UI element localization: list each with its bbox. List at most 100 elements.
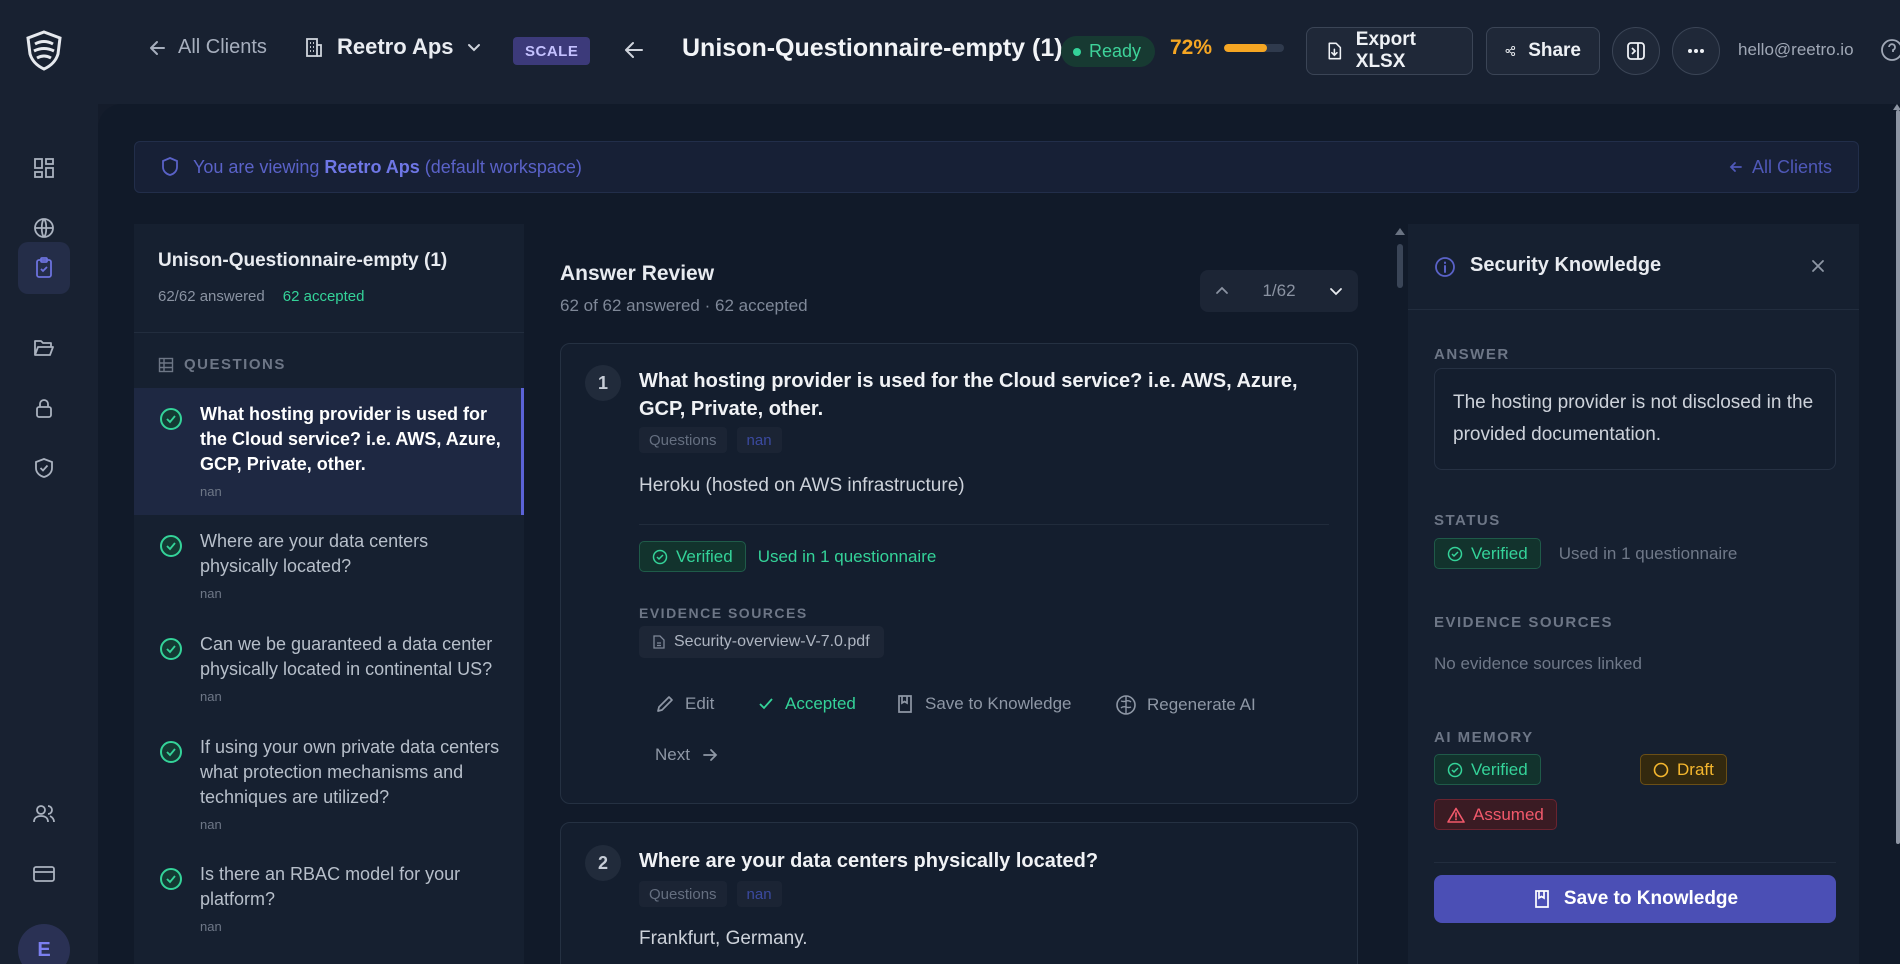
review-scrollbar[interactable] xyxy=(1397,244,1403,288)
card-answer[interactable]: Frankfurt, Germany. xyxy=(639,928,808,950)
memory-draft-toggle[interactable]: Draft xyxy=(1640,754,1727,785)
info-icon xyxy=(1434,256,1456,278)
next-button[interactable]: Next xyxy=(655,745,720,765)
toggle-panel-button[interactable] xyxy=(1612,27,1660,75)
verified-badge[interactable]: Verified xyxy=(1434,538,1541,569)
arrow-left-icon xyxy=(625,42,643,58)
used-in-label: Used in 1 questionnaire xyxy=(1558,543,1738,563)
pager-label: 1/62 xyxy=(1262,281,1296,300)
all-clients-label: All Clients xyxy=(178,36,267,58)
question-sub: nan xyxy=(200,586,222,601)
security-knowledge-panel: Security Knowledge ANSWER The hosting pr… xyxy=(1408,224,1859,964)
save-to-knowledge-button[interactable]: Save to Knowledge xyxy=(895,694,1072,714)
evidence-file[interactable]: Security-overview-V-7.0.pdf xyxy=(639,626,884,658)
divider xyxy=(1434,862,1836,863)
card-status-row: Verified Used in 1 questionnaire xyxy=(639,541,936,572)
edit-label: Edit xyxy=(685,694,715,713)
close-icon[interactable] xyxy=(1810,258,1826,274)
question-list-item[interactable]: Is there an RBAC model for your platform… xyxy=(134,848,524,951)
question-list-item[interactable]: Can we be guaranteed a data center physi… xyxy=(134,618,524,721)
users-icon[interactable] xyxy=(24,794,64,834)
scroll-up-arrow[interactable] xyxy=(1395,228,1405,235)
status-badge: Ready xyxy=(1061,36,1156,67)
next-label: Next xyxy=(655,745,690,764)
more-horizontal-icon xyxy=(1688,49,1704,53)
progress-label: 72% xyxy=(1170,36,1213,59)
status-row: Verified Used in 1 questionnaire xyxy=(1434,538,1737,569)
export-label: Export XLSX xyxy=(1355,29,1416,72)
chevron-down-icon[interactable] xyxy=(1328,283,1344,299)
more-options-button[interactable] xyxy=(1672,27,1720,75)
question-sub: nan xyxy=(200,817,222,832)
question-text: Is there an RBAC model for your platform… xyxy=(200,864,461,909)
left-nav xyxy=(0,104,98,964)
plan-badge: SCALE xyxy=(513,37,591,65)
card-tags: Questions nan xyxy=(639,881,782,907)
user-email[interactable]: hello@reetro.io xyxy=(1738,40,1854,60)
edit-button[interactable]: Edit xyxy=(655,694,714,714)
shield-check-icon[interactable] xyxy=(24,448,64,488)
workspace-selector[interactable]: Reetro Aps xyxy=(303,34,482,60)
question-list-item[interactable]: Where are your data centers physically l… xyxy=(134,515,524,618)
memory-verified-toggle[interactable]: Verified xyxy=(1434,754,1541,785)
workspace-notice: You are viewing Reetro Aps (default work… xyxy=(134,141,1859,193)
question-text: Where are your data centers physically l… xyxy=(200,531,429,576)
table-icon xyxy=(158,357,174,372)
arrow-left-icon xyxy=(1729,162,1742,172)
panel-right-icon xyxy=(1627,42,1645,60)
question-sub: nan xyxy=(200,919,222,934)
progress-bar-fill xyxy=(1224,44,1268,52)
help-icon[interactable] xyxy=(1880,38,1900,62)
verified-label: Verified xyxy=(676,546,733,566)
progress-indicator: 72% xyxy=(1170,36,1285,60)
questions-label: QUESTIONS xyxy=(184,356,286,373)
progress-bar xyxy=(1224,44,1285,52)
used-in-label[interactable]: Used in 1 questionnaire xyxy=(758,547,937,567)
question-number: 1 xyxy=(585,365,621,401)
chevron-up-icon[interactable] xyxy=(1214,283,1230,299)
question-text: Can we be guaranteed a data center physi… xyxy=(200,634,493,679)
question-number: 2 xyxy=(585,845,621,881)
question-sub: nan xyxy=(200,484,222,499)
verified-badge: Verified xyxy=(639,541,746,572)
dashboard-icon[interactable] xyxy=(24,148,64,188)
arrow-right-icon xyxy=(703,749,718,761)
accepted-button[interactable]: Accepted xyxy=(757,694,856,714)
lock-icon[interactable] xyxy=(24,388,64,428)
regenerate-label: Regenerate AI xyxy=(1147,695,1256,714)
all-clients-link[interactable]: All Clients xyxy=(148,36,267,59)
credit-card-icon[interactable] xyxy=(24,854,64,894)
answered-count: 62/62 answered xyxy=(158,288,265,305)
share-button[interactable]: Share xyxy=(1486,27,1600,75)
accepted-count: 62 accepted xyxy=(282,288,365,305)
save-label: Save to Knowledge xyxy=(925,694,1072,713)
notice-all-clients-link[interactable]: All Clients xyxy=(1728,157,1832,178)
clipboard-check-icon[interactable] xyxy=(18,242,70,294)
save-to-knowledge-button[interactable]: Save to Knowledge xyxy=(1434,875,1836,923)
folder-open-icon[interactable] xyxy=(24,328,64,368)
check-circle-icon xyxy=(160,535,182,557)
export-xlsx-button[interactable]: Export XLSX xyxy=(1306,27,1473,75)
question-list-item[interactable]: If using your own private data centers w… xyxy=(134,721,524,848)
memory-assumed-toggle[interactable]: Assumed xyxy=(1434,799,1557,830)
ai-memory-label: AI MEMORY xyxy=(1434,729,1534,746)
brain-icon xyxy=(1116,695,1136,715)
chevron-down-icon xyxy=(467,44,480,52)
top-bar: All Clients Reetro Aps SCALE Unison-Ques… xyxy=(0,0,1900,104)
status-label: Ready xyxy=(1089,41,1142,61)
question-list-item[interactable]: What hosting provider is used for the Cl… xyxy=(134,388,524,515)
regenerate-ai-button[interactable]: Regenerate AI xyxy=(1115,694,1256,716)
app-logo-icon[interactable] xyxy=(22,28,66,72)
questionnaire-stats: 62/62 answered 62 accepted xyxy=(158,288,364,305)
card-answer[interactable]: Heroku (hosted on AWS infrastructure) xyxy=(639,475,965,497)
answer-card: 2 Where are your data centers physically… xyxy=(560,822,1358,964)
page-scrollbar[interactable] xyxy=(1896,110,1900,844)
back-button[interactable] xyxy=(622,38,646,62)
evidence-sources-label: EVIDENCE SOURCES xyxy=(639,605,808,621)
warning-triangle-icon xyxy=(1447,807,1465,823)
evidence-sources-label: EVIDENCE SOURCES xyxy=(1434,614,1614,631)
knowledge-answer[interactable]: The hosting provider is not disclosed in… xyxy=(1434,368,1836,470)
arrow-left-icon xyxy=(150,40,165,55)
status-label: STATUS xyxy=(1434,512,1501,529)
questions-section-header: QUESTIONS xyxy=(158,356,286,373)
